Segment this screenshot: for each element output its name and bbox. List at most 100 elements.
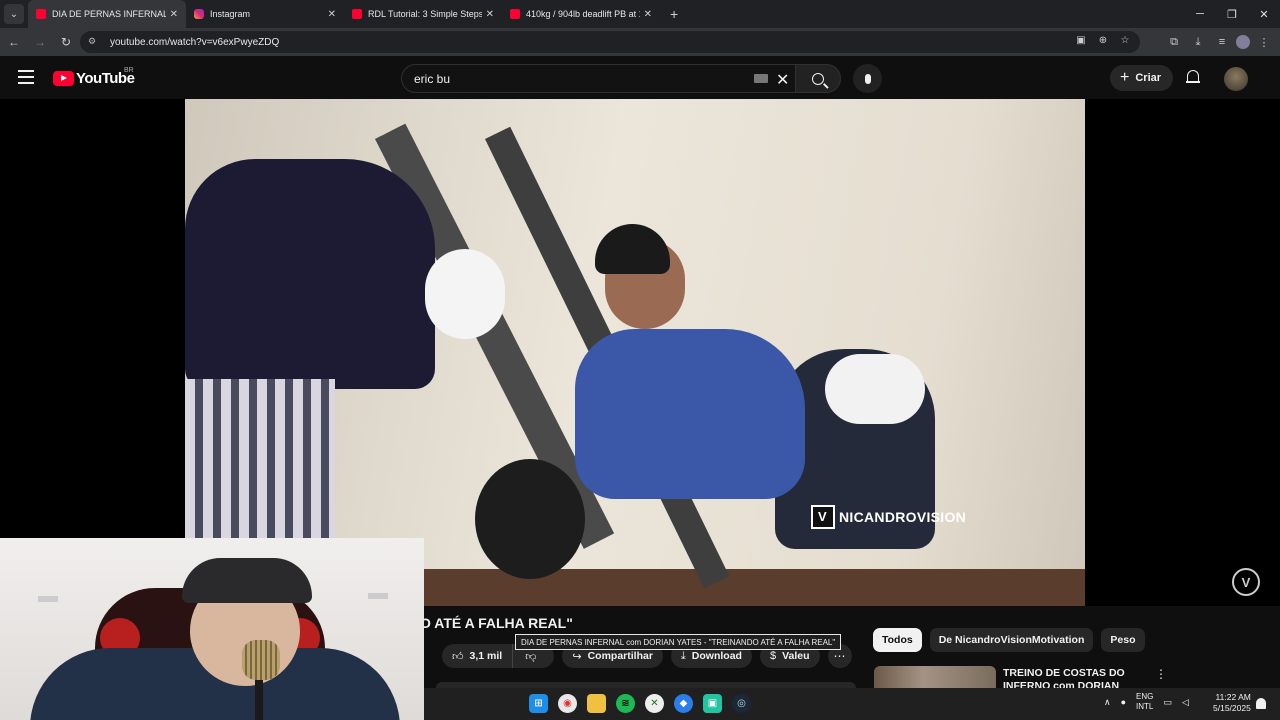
system-tray: ∧ ● ENG INTL ▭ ◁ <box>1104 692 1189 712</box>
account-avatar[interactable] <box>1224 67 1248 91</box>
like-button[interactable]: 👍︎ 3,1 mil <box>442 644 514 668</box>
restore-icon[interactable]: ❐ <box>1216 0 1248 28</box>
microphone-icon <box>864 73 871 84</box>
search-button[interactable] <box>795 64 841 93</box>
new-tab-button[interactable]: + <box>670 6 678 22</box>
wall-outlet <box>368 593 388 599</box>
thumbs-down-icon: 👎︎ <box>525 650 537 663</box>
tab-dia-de-pernas[interactable]: DIA DE PERNAS INFERNAL com DORIAN YATES … <box>28 0 186 28</box>
taskbar-clock[interactable]: 11:22 AM 5/15/2025 <box>1213 692 1251 714</box>
search-input[interactable]: eric bu <box>401 64 796 93</box>
app-icon[interactable]: ◆ <box>674 694 693 713</box>
clock-date: 5/15/2025 <box>1213 703 1251 713</box>
spotify-icon[interactable]: ≋ <box>616 694 635 713</box>
site-info-icon[interactable]: ⚙ <box>88 36 100 48</box>
clear-search-icon[interactable]: ✕ <box>776 70 789 90</box>
share-icon: ↪ <box>572 650 582 663</box>
taskbar-apps: ⊞ ◉ ≋ ✕ ◆ ▣ ◎ <box>529 694 751 713</box>
channel-watermark-icon[interactable]: V <box>1232 568 1260 596</box>
lifter-knee-wrap <box>825 354 925 424</box>
tab-rdl-tutorial[interactable]: RDL Tutorial: 3 Simple Steps - YouTube ✕ <box>344 0 502 28</box>
chip-channel[interactable]: De NicandroVisionMotivation <box>929 628 1094 652</box>
search-query: eric bu <box>414 71 451 86</box>
tray-overflow-icon[interactable]: ∧ <box>1104 697 1111 708</box>
lang-top: ENG <box>1136 692 1154 701</box>
tab-instagram[interactable]: Instagram ✕ <box>186 0 344 28</box>
title-tooltip: DIA DE PERNAS INFERNAL com DORIAN YATES … <box>515 634 842 650</box>
lang-bottom: INTL <box>1136 702 1154 711</box>
zoom-icon[interactable]: ⊕ <box>1096 35 1110 46</box>
youtube-icon <box>510 9 520 19</box>
back-icon[interactable]: ← <box>2 30 26 54</box>
plus-icon: + <box>1120 69 1130 86</box>
like-count: 3,1 mil <box>469 650 503 662</box>
video-title: O ATÉ A FALHA REAL" <box>420 615 573 631</box>
close-icon[interactable]: ✕ <box>644 9 652 20</box>
cast-icon[interactable]: ▣ <box>1074 35 1088 46</box>
chip-all[interactable]: Todos <box>873 628 922 652</box>
file-explorer-icon[interactable] <box>587 694 606 713</box>
forward-icon[interactable]: → <box>28 30 52 54</box>
create-label: Criar <box>1135 72 1162 84</box>
super-thanks-icon: $ <box>769 650 777 662</box>
download-icon: ⤓ <box>680 649 686 662</box>
tab-title: Instagram <box>210 9 251 19</box>
youtube-icon <box>36 9 46 19</box>
bookmark-star-icon[interactable]: ☆ <box>1118 35 1132 46</box>
youtube-masthead: YouTube BR eric bu <box>0 56 1280 99</box>
game-launcher-icon[interactable]: ▣ <box>703 694 722 713</box>
mic-arm <box>255 678 263 720</box>
browser-menu-icon[interactable]: ⋮ <box>1254 30 1274 54</box>
media-icon[interactable]: ≡ <box>1212 30 1232 54</box>
chrome-icon[interactable]: ◉ <box>558 694 577 713</box>
browser-tab-strip: ⌄ DIA DE PERNAS INFERNAL com DORIAN YATE… <box>0 0 1280 28</box>
wall-outlet <box>38 596 58 602</box>
country-code: BR <box>124 67 134 74</box>
webcam-overlay <box>0 538 424 720</box>
browser-toolbar: ← → ↻ ⚙ youtube.com/watch?v=v6exPwyeZDQ … <box>0 28 1280 56</box>
downloads-icon[interactable]: ⤓ <box>1188 30 1208 54</box>
network-icon[interactable]: ▭ <box>1163 697 1172 708</box>
windows-start-icon[interactable]: ⊞ <box>529 694 548 713</box>
hamburger-menu-icon[interactable] <box>18 70 34 84</box>
close-icon[interactable]: ✕ <box>486 9 494 20</box>
steam-icon[interactable]: ◎ <box>732 694 751 713</box>
volume-icon[interactable]: ◁ <box>1182 697 1189 708</box>
recommendation-thumbnail[interactable] <box>874 666 996 690</box>
share-label: Compartilhar <box>587 650 653 662</box>
tray-microphone-icon[interactable]: ● <box>1121 697 1126 707</box>
recommendation-menu-icon[interactable]: ⋮ <box>1155 667 1167 681</box>
extensions-icon[interactable]: ⧉ <box>1164 30 1184 54</box>
close-icon[interactable]: ✕ <box>170 9 178 20</box>
chip-peso[interactable]: Peso <box>1101 628 1145 652</box>
address-bar[interactable]: ⚙ youtube.com/watch?v=v6exPwyeZDQ ▣ ⊕ ☆ <box>80 31 1140 53</box>
video-frame[interactable]: NICANDROVISION <box>185 99 1085 606</box>
clock-time: 11:22 AM <box>1215 692 1251 702</box>
lifter-shirt <box>575 329 805 499</box>
search-icon <box>812 72 824 85</box>
thumbs-up-icon: 👍︎ <box>452 650 464 663</box>
language-indicator[interactable]: ENG INTL <box>1136 692 1153 712</box>
minimize-icon[interactable]: ─ <box>1184 0 1216 28</box>
close-window-icon[interactable]: ✕ <box>1248 0 1280 28</box>
reload-icon[interactable]: ↻ <box>54 30 78 54</box>
microphone <box>242 640 280 680</box>
recommendation-title[interactable]: TREINO DE COSTAS DO INFERNO com DORIAN Y… <box>1003 667 1153 688</box>
tab-search-button[interactable]: ⌄ <box>4 4 24 24</box>
weight-plate <box>475 459 585 579</box>
notification-center-icon[interactable] <box>1256 698 1266 709</box>
youtube-logo[interactable]: YouTube <box>53 70 135 87</box>
streamer-cap <box>182 558 312 603</box>
keyboard-icon[interactable] <box>754 74 768 83</box>
tab-deadlift[interactable]: 410kg / 904lb deadlift PB at 100kg ✕ <box>502 0 660 28</box>
xbox-icon[interactable]: ✕ <box>645 694 664 713</box>
voice-search-button[interactable] <box>853 64 882 93</box>
spotter-cap <box>425 249 505 339</box>
notifications-bell-icon[interactable] <box>1186 70 1200 85</box>
window-controls: ─ ❐ ✕ <box>1184 0 1280 28</box>
tab-title: 410kg / 904lb deadlift PB at 100kg <box>526 9 640 19</box>
close-icon[interactable]: ✕ <box>328 9 336 20</box>
profile-avatar[interactable] <box>1236 35 1250 49</box>
create-button[interactable]: + Criar <box>1110 65 1173 91</box>
thanks-label: Valeu <box>782 650 810 662</box>
